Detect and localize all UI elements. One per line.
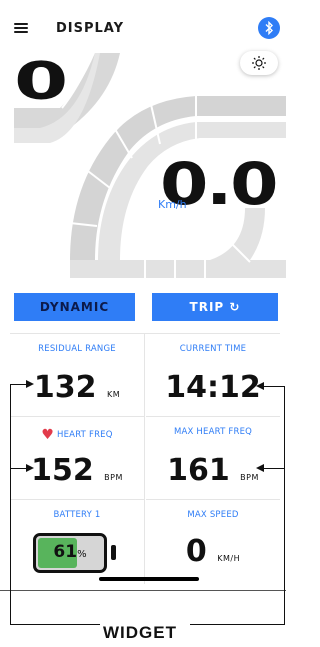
battery-icon: 61% bbox=[33, 533, 107, 573]
bluetooth-icon bbox=[265, 21, 273, 35]
heart-freq-widget[interactable]: ♥ HEART FREQ 152 BPM bbox=[10, 417, 145, 500]
widget-annotation-label: WIDGET bbox=[103, 623, 177, 642]
widget-label: MAX HEART FREQ bbox=[173, 427, 253, 437]
widget-label: CURRENT TIME bbox=[179, 344, 247, 354]
heart-icon: ♥ bbox=[41, 427, 55, 443]
widget-label: ♥ HEART FREQ bbox=[41, 427, 113, 443]
page-title: DISPLAY bbox=[56, 21, 125, 36]
frame-divider bbox=[0, 590, 286, 591]
battery-percent: 61% bbox=[53, 542, 87, 562]
widget-label: BATTERY 1 bbox=[53, 510, 101, 520]
menu-icon[interactable] bbox=[14, 23, 28, 33]
display-screen: DISPLAY 0 0.0 Km/h DYNAMIC TRIP ↻ RESIDU… bbox=[0, 0, 286, 590]
home-indicator[interactable] bbox=[99, 577, 199, 581]
dynamic-mode-button[interactable]: DYNAMIC bbox=[14, 293, 135, 321]
speed-unit: Km/h bbox=[158, 198, 187, 211]
widget-label: RESIDUAL RANGE bbox=[38, 344, 116, 354]
max-heart-freq-widget[interactable]: MAX HEART FREQ 161 BPM bbox=[146, 417, 280, 500]
max-speed-widget[interactable]: MAX SPEED 0 KM/H bbox=[146, 500, 280, 584]
current-time-widget[interactable]: CURRENT TIME 14:12 bbox=[146, 334, 280, 417]
trip-button[interactable]: TRIP ↻ bbox=[152, 293, 278, 321]
battery-tip bbox=[111, 545, 116, 560]
bluetooth-button[interactable] bbox=[258, 17, 280, 39]
residual-range-widget[interactable]: RESIDUAL RANGE 132 KM bbox=[10, 334, 145, 417]
widget-value: 0 KM/H bbox=[185, 534, 241, 569]
gear-display: 0 bbox=[14, 52, 69, 112]
widget-label: MAX SPEED bbox=[187, 510, 239, 520]
app-header: DISPLAY bbox=[0, 0, 286, 52]
